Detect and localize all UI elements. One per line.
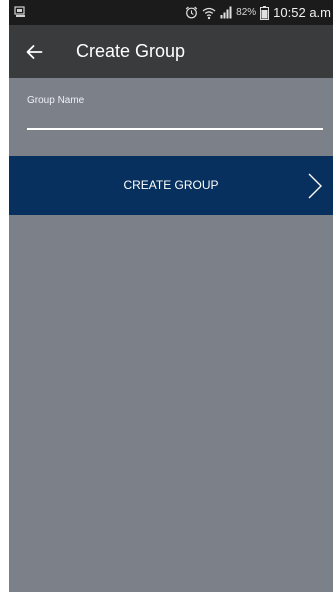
group-name-input[interactable] bbox=[27, 108, 323, 130]
signal-icon bbox=[220, 6, 232, 19]
app-screen: 82% 10:52 a.m Create Group Group Name CR… bbox=[9, 0, 333, 592]
wifi-icon bbox=[202, 7, 216, 19]
status-bar: 82% 10:52 a.m bbox=[9, 0, 333, 25]
group-name-label: Group Name bbox=[27, 95, 85, 106]
create-group-button[interactable]: CREATE GROUP bbox=[9, 156, 333, 215]
app-bar: Create Group bbox=[9, 25, 333, 78]
battery-percent: 82% bbox=[236, 7, 257, 18]
back-button[interactable] bbox=[21, 39, 47, 65]
notification-icon bbox=[14, 6, 25, 17]
create-group-label: CREATE GROUP bbox=[123, 178, 219, 192]
battery-icon bbox=[260, 5, 270, 20]
status-icons: 82% 10:52 a.m bbox=[185, 0, 331, 25]
page-title: Create Group bbox=[76, 41, 186, 61]
chevron-right-icon bbox=[308, 173, 322, 199]
arrow-left-icon bbox=[26, 45, 43, 59]
alarm-icon bbox=[185, 6, 198, 19]
status-time: 10:52 a.m bbox=[273, 5, 331, 20]
